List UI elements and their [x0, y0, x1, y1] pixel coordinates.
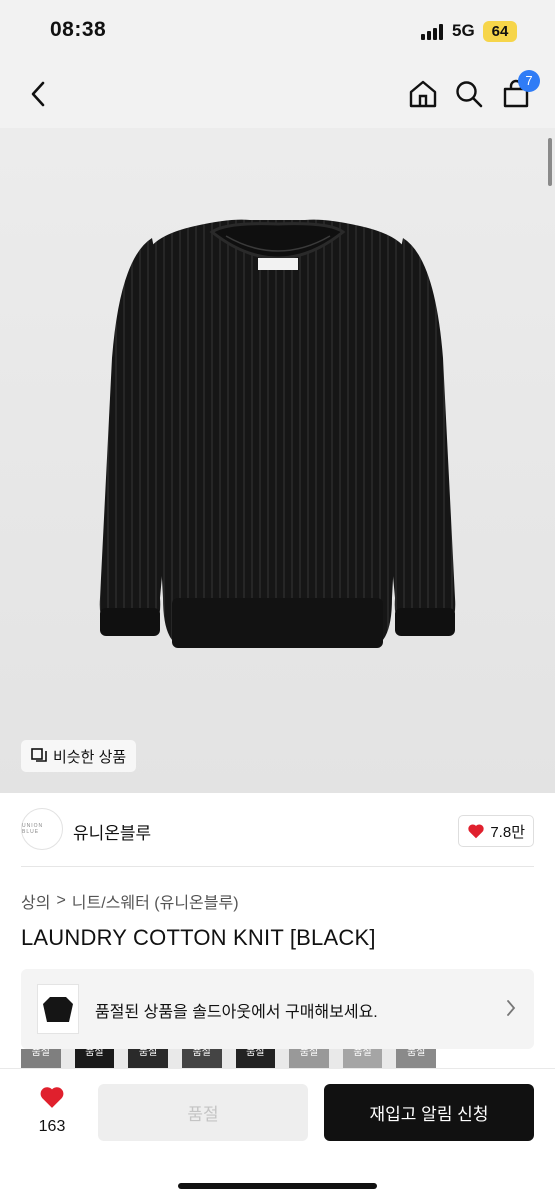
brand-name[interactable]: 유니온블루	[73, 819, 151, 844]
restock-alert-button[interactable]: 재입고 알림 신청	[324, 1084, 534, 1141]
breadcrumb: 상의 > 니트/스웨터 (유니온블루)	[21, 889, 239, 913]
divider	[21, 866, 534, 867]
product-image[interactable]: 비슷한 상품	[0, 128, 555, 793]
sweater-image	[99, 219, 456, 648]
heart-icon	[468, 824, 484, 839]
status-bar: 08:38 5G 64	[0, 0, 555, 62]
brand-logo: UNION BLUE	[21, 808, 63, 850]
cart-icon[interactable]: 7	[498, 70, 540, 112]
search-icon[interactable]	[451, 76, 487, 112]
home-indicator	[178, 1183, 377, 1189]
soldout-button[interactable]: 품절	[98, 1084, 308, 1141]
home-icon[interactable]	[405, 76, 441, 112]
breadcrumb-subcategory[interactable]: 니트/스웨터 (유니온블루)	[72, 889, 239, 913]
soldout-banner[interactable]: 품절된 상품을 솔드아웃에서 구매해보세요.	[21, 969, 534, 1049]
like-count: 163	[38, 1118, 66, 1135]
thumbnail[interactable]: 품절	[181, 1049, 222, 1068]
similar-products-button[interactable]: 비슷한 상품	[21, 740, 137, 772]
breadcrumb-separator: >	[56, 892, 66, 909]
similar-products-label: 비슷한 상품	[53, 748, 127, 766]
brand-like-count: 7.8만	[490, 823, 525, 841]
thumbnail[interactable]: 품절	[128, 1049, 168, 1068]
heart-icon	[40, 1087, 64, 1108]
cart-count-badge: 7	[518, 70, 540, 92]
breadcrumb-category[interactable]: 상의	[21, 889, 50, 913]
similar-icon	[31, 748, 47, 762]
network-label: 5G	[452, 21, 475, 40]
like-button[interactable]: 163	[30, 1085, 74, 1136]
signal-icon	[421, 24, 445, 40]
back-icon[interactable]	[20, 76, 56, 112]
brand-like-button[interactable]: 7.8만	[458, 815, 534, 847]
thumbnail[interactable]: 품절	[74, 1049, 115, 1068]
bottom-action-bar: 163 품절 재입고 알림 신청	[0, 1068, 555, 1200]
thumbnail[interactable]: 품절	[235, 1049, 276, 1068]
top-nav-bar: 7	[0, 62, 555, 128]
chevron-right-icon	[506, 999, 516, 1022]
brand-row[interactable]: UNION BLUE 유니온블루 7.8만	[21, 806, 534, 854]
thumbnail[interactable]: 품절	[396, 1049, 436, 1068]
battery-indicator: 64	[483, 21, 517, 42]
banner-thumbnail	[37, 984, 79, 1034]
thumbnail[interactable]: 품절	[342, 1049, 383, 1068]
status-time: 08:38	[50, 18, 107, 41]
product-title: LAUNDRY COTTON KNIT [BLACK]	[21, 925, 376, 950]
related-thumbnails-strip: 품절 품절 품절 품절 품절 품절 품절 품절	[21, 1049, 436, 1068]
thumbnail[interactable]: 품절	[289, 1049, 329, 1068]
thumbnail[interactable]: 품절	[21, 1049, 61, 1068]
banner-text: 품절된 상품을 솔드아웃에서 구매해보세요.	[95, 1004, 378, 1021]
